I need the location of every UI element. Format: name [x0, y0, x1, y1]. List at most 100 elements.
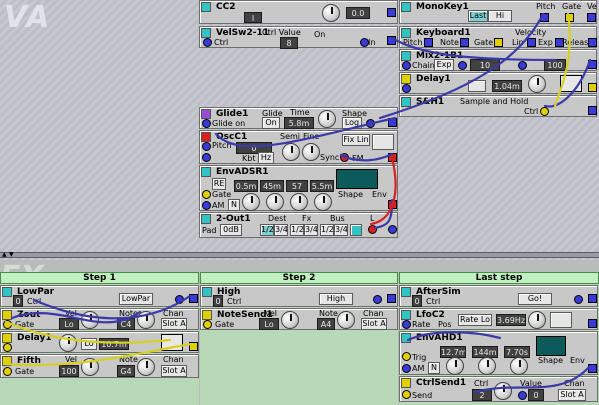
high-value[interactable]: 0 — [213, 295, 223, 307]
zout-chan-button[interactable]: Slot A — [161, 318, 187, 330]
cc2-value-knob[interactable] — [322, 4, 340, 22]
monokey-vel-output[interactable] — [587, 13, 596, 22]
pane-splitter[interactable] — [0, 252, 599, 258]
glide-module[interactable]: Glide1 Glide on Glide On Time 5.8m Shape… — [199, 107, 398, 129]
osc-module[interactable]: OscC1 Pitch 0 Kbt Hz Semi Fine Sync FM F… — [199, 130, 398, 164]
laststep-header[interactable]: Last step — [399, 272, 599, 284]
ctrlsend-chan-button[interactable]: Slot A — [558, 389, 586, 401]
velsw-value[interactable]: 8 — [280, 37, 298, 49]
envahd-output-jack[interactable] — [588, 364, 597, 373]
lfoc-rate-input[interactable] — [402, 320, 411, 329]
cc2-module[interactable]: CC2 I 0.0 — [199, 0, 398, 24]
monokey-module[interactable]: MonoKey1 Last Hi Pitch Gate Ve — [399, 0, 597, 24]
cc2-output-jack[interactable] — [387, 8, 396, 17]
env-release-knob[interactable] — [314, 193, 332, 211]
keyboard-note-output[interactable] — [460, 38, 469, 47]
delay-top-output[interactable] — [588, 83, 597, 92]
glide-time-value[interactable]: 5.8m — [284, 117, 314, 129]
out-mute-button[interactable] — [350, 224, 362, 236]
mix-exp-button[interactable]: Exp — [434, 59, 454, 71]
glide-on-button[interactable]: On — [262, 117, 280, 129]
high-module[interactable]: High 0 Ctrl High — [200, 285, 398, 307]
aftersim-output-jack[interactable] — [588, 294, 597, 303]
lowpar-module[interactable]: LowPar 0 Ctrl LowPar — [0, 285, 199, 307]
mix-chain-input[interactable] — [402, 61, 411, 70]
delay-lower-module[interactable]: Delay1 Lo 10.7m — [0, 331, 199, 353]
out-pad-button[interactable]: 0dB — [220, 224, 242, 236]
delay-top-input[interactable] — [402, 84, 411, 93]
mix-value1[interactable]: 10 — [470, 59, 500, 71]
out-fx-3-4[interactable]: 3/4 — [304, 224, 318, 236]
osc-wave-selector[interactable] — [372, 134, 394, 150]
velsw-ctrl-input[interactable] — [203, 38, 212, 47]
monokey-hi-button[interactable]: Hi — [488, 10, 512, 22]
mix-value2[interactable]: 100 — [544, 59, 566, 71]
osc-sync-input[interactable] — [340, 153, 349, 162]
zout-module[interactable]: Zout Gate Vel Lo Note C4 Chan Slot A — [0, 308, 199, 330]
aftersim-value[interactable]: 0 — [412, 295, 422, 307]
keyboard-pitch-output[interactable] — [424, 38, 433, 47]
aftersim-go-button[interactable]: Go! — [518, 293, 552, 305]
notesend-note-knob[interactable] — [337, 311, 355, 329]
mix-output-jack[interactable] — [588, 60, 597, 69]
osc-kbt-button[interactable]: Hz — [258, 152, 274, 164]
delay-lower-range-button[interactable]: Lo — [81, 338, 97, 350]
envahd-decay-knob[interactable] — [510, 357, 528, 375]
envahd-attack-knob[interactable] — [446, 357, 464, 375]
ctrlsend-ctrl-value[interactable]: 2 — [472, 389, 492, 401]
env-module[interactable]: EnvADSR1 RE Gate AM N 0.5m 45m 57 5.5m S… — [199, 165, 398, 211]
glide-output-jack[interactable] — [388, 118, 397, 127]
ctrlsend-send-input[interactable] — [402, 390, 411, 399]
env-sustain-knob[interactable] — [290, 193, 308, 211]
env-output-jack[interactable] — [388, 200, 397, 209]
sh-ctrl-input[interactable] — [540, 107, 549, 116]
fifth-vel-value[interactable]: 100 — [59, 365, 79, 377]
ctrlsend-module[interactable]: CtrlSend1 Send Ctrl 2 Value 0 Chan Slot … — [399, 376, 598, 402]
sh-output-jack[interactable] — [588, 106, 597, 115]
collapse-down-icon[interactable]: ▼ — [9, 252, 14, 258]
envahd-hold-knob[interactable] — [478, 357, 496, 375]
aftersim-module[interactable]: AfterSim 0 Ctrl Go! — [399, 285, 598, 307]
keyboard-release-output[interactable] — [588, 38, 597, 47]
env-sustain-value[interactable]: 57 — [286, 180, 308, 192]
lfoc-wave-selector[interactable] — [550, 312, 572, 328]
mix-in2-jack[interactable] — [518, 61, 527, 70]
lfoc-rate-mode-button[interactable]: Rate Lo — [458, 314, 492, 326]
notesend-note-value[interactable]: A4 — [317, 318, 335, 330]
out-module[interactable]: 2-Out1 Pad 0dB Dest Fx Bus 1/2 3/4 1/2 3… — [199, 212, 398, 238]
zout-vel-value[interactable]: Lo — [59, 318, 79, 330]
collapse-up-icon[interactable]: ▲ — [2, 252, 7, 258]
out-l-input[interactable] — [368, 225, 377, 234]
fifth-gate-input[interactable] — [3, 367, 12, 376]
cc2-value-display[interactable]: 0.0 — [346, 7, 370, 19]
lowpar-output-jack[interactable] — [189, 294, 198, 303]
out-dest-1-2[interactable]: 1/2 — [260, 224, 274, 236]
zout-note-value[interactable]: C4 — [117, 318, 135, 330]
env-decay-knob[interactable] — [266, 193, 284, 211]
zout-note-knob[interactable] — [137, 311, 155, 329]
velsw-module[interactable]: VelSw2-11 Ctrl Ctrl Value 8 On In — [199, 26, 398, 49]
zout-gate-input[interactable] — [3, 320, 12, 329]
sh-module[interactable]: S&H1 Sample and Hold Ctrl — [399, 95, 597, 117]
env-gate-input[interactable] — [202, 190, 211, 199]
notesend-chan-button[interactable]: Slot A — [361, 318, 387, 330]
ctrlsend-value-value[interactable]: 0 — [528, 389, 544, 401]
fifth-chan-button[interactable]: Slot A — [161, 365, 187, 377]
osc-fm-mode-button[interactable]: Fix Lin — [342, 134, 370, 146]
ctrlsend-ctrl-knob[interactable] — [494, 382, 512, 400]
env-decay-value[interactable]: 45m — [260, 180, 284, 192]
osc-output-jack[interactable] — [388, 153, 397, 162]
osc-fine-knob[interactable] — [302, 143, 320, 161]
velsw-output-jack[interactable] — [387, 36, 396, 45]
monokey-gate-output[interactable] — [565, 13, 574, 22]
glide-in-jack[interactable] — [366, 119, 375, 128]
lfoc-output-jack[interactable] — [588, 319, 597, 328]
monokey-last-button[interactable]: Last — [468, 10, 488, 22]
monokey-pitch-output[interactable] — [540, 13, 549, 22]
keyboard-gate-output[interactable] — [494, 38, 503, 47]
lfoc-rate-value[interactable]: 3.69Hz — [496, 314, 526, 326]
env-am-input[interactable] — [202, 201, 211, 210]
aftersim-in-jack[interactable] — [574, 295, 583, 304]
osc-pitch-input[interactable] — [202, 142, 211, 151]
high-in-jack[interactable] — [373, 295, 382, 304]
